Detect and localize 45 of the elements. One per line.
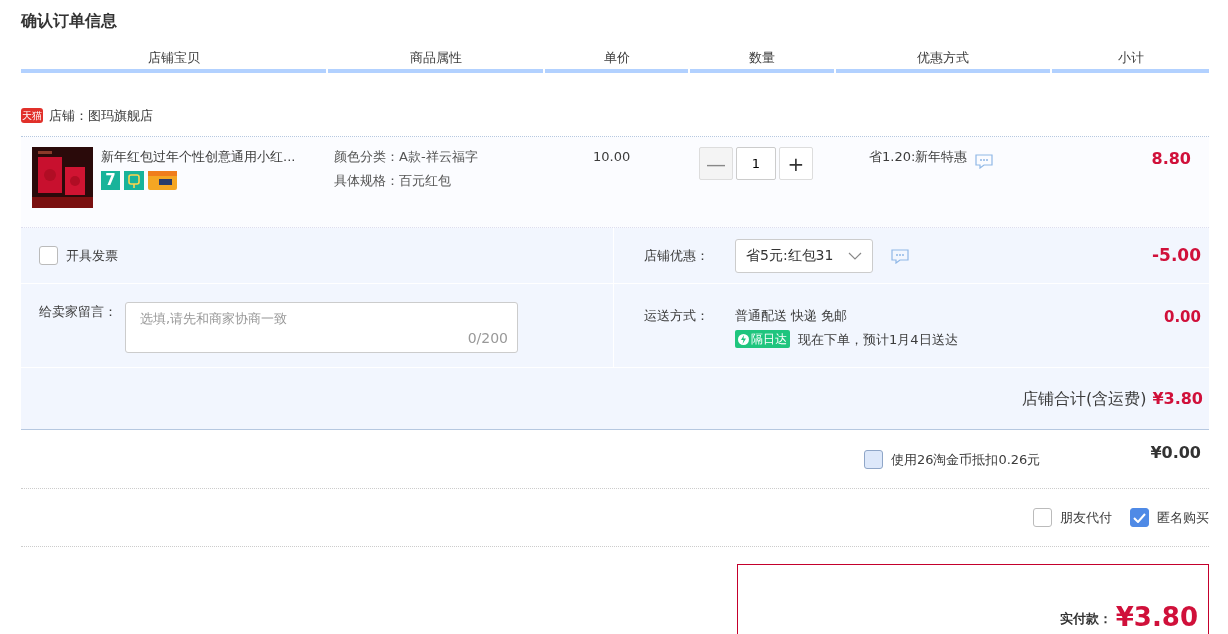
checkbox[interactable] [863, 449, 883, 469]
unit-price: 10.00 [593, 149, 631, 164]
delivery-estimate: 现在下单，预计1月4日送达 [798, 330, 958, 349]
field-label: 店铺优惠： [644, 246, 709, 265]
shipping-method: 普通配送 快递 免邮 [735, 307, 849, 325]
field-label: 运送方式： [644, 307, 709, 325]
option-label[interactable]: 匿名购买 [1157, 507, 1209, 528]
card-icon [148, 170, 177, 190]
column-header: 小计 [1052, 48, 1209, 73]
option-label[interactable]: 朋友代付 [1060, 507, 1112, 528]
shipping-fee: 0.00 [1164, 307, 1202, 328]
checkbox[interactable] [1130, 508, 1149, 527]
product-name[interactable]: 新年红包过年个性创意通用小红... [101, 147, 296, 167]
attribute-text: 具体规格：百元红包 [334, 171, 452, 190]
character-counter: 0/200 [467, 329, 508, 348]
chevron-down-icon [848, 251, 862, 260]
column-header: 数量 [690, 48, 834, 73]
field-label: 给卖家留言： [39, 303, 117, 321]
column-header: 优惠方式 [836, 48, 1050, 73]
column-header: 店铺宝贝 [21, 48, 326, 73]
comment-icon[interactable] [975, 153, 994, 169]
coupon-dropdown[interactable]: 省5元:红包31 [735, 238, 873, 273]
comment-icon[interactable] [891, 247, 909, 264]
plus-button[interactable]: + [779, 147, 813, 180]
coin-amount: ¥0.00 [1150, 442, 1201, 464]
payment-amount: ¥3.80 [1115, 604, 1198, 630]
column-header: 单价 [545, 48, 688, 73]
delivery-badge: 隔日达 [735, 330, 790, 349]
total-label: 店铺合计(含运费) [1021, 387, 1147, 410]
discount-amount: -5.00 [1152, 243, 1202, 267]
payment-label: 实付款： [1059, 609, 1112, 628]
column-header: 商品属性 [328, 48, 543, 73]
coin-label[interactable]: 使用26淘金币抵扣0.26元 [890, 450, 1041, 470]
store-name: 店铺：图玛旗舰店 [49, 106, 153, 125]
store-total: ¥3.80 [1152, 387, 1203, 410]
subtotal: 8.80 [1151, 149, 1191, 168]
invoice-label[interactable]: 开具发票 [66, 245, 118, 266]
service-badge: 7 [101, 170, 120, 190]
checkbox[interactable] [1033, 508, 1052, 527]
page-title: 确认订单信息 [21, 10, 118, 32]
attribute-text: 颜色分类：A款-祥云福字 [334, 148, 479, 166]
checkbox[interactable] [39, 246, 58, 265]
quantity-field[interactable]: 1 [736, 147, 776, 180]
store-badge: 天猫 [21, 107, 43, 123]
discount-text: 省1.20:新年特惠 [869, 148, 968, 166]
